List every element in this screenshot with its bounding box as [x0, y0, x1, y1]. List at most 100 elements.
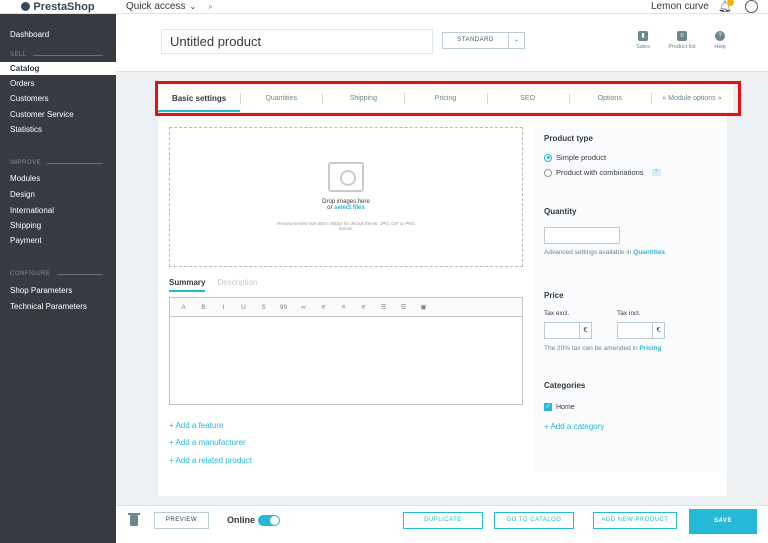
simple-product-radio[interactable]: Simple product	[544, 153, 606, 162]
basic-settings-panel: Drop images here or select files Recomme…	[158, 116, 727, 496]
underline-icon[interactable]: U	[238, 304, 249, 311]
categories-heading: Categories	[544, 381, 586, 390]
help-button[interactable]: ? Help	[703, 31, 737, 50]
align-right-icon[interactable]: ≡	[358, 304, 369, 311]
add-category-link[interactable]: + Add a category	[544, 422, 604, 431]
product-list-label: Product list	[668, 44, 696, 50]
strikethrough-icon[interactable]: S	[258, 304, 269, 311]
chevron-down-icon: ⌄	[189, 2, 197, 11]
add-feature-link[interactable]: + Add a feature	[169, 421, 224, 430]
logo-text: PrestaShop	[33, 0, 95, 13]
product-name-input[interactable]: Untitled product	[161, 29, 433, 54]
help-icon: ?	[715, 31, 725, 41]
category-home-label: Home	[556, 403, 575, 411]
sidebar-item-modules[interactable]: Modules	[10, 174, 40, 183]
tabs-highlight-box	[155, 81, 741, 116]
shop-name-link[interactable]: Lemon curve	[651, 1, 709, 12]
price-tax-incl-input[interactable]	[617, 322, 653, 339]
online-toggle[interactable]	[258, 515, 280, 526]
sidebar-item-catalog[interactable]: Catalog	[0, 62, 116, 75]
preview-button[interactable]: PREVIEW	[154, 512, 209, 529]
summary-tabs: Summary Description	[169, 278, 257, 292]
product-list-button[interactable]: ≡ Product list	[665, 31, 699, 50]
sidebar-item-payment[interactable]: Payment	[10, 236, 42, 245]
radio-empty-icon	[544, 168, 552, 177]
quantity-input[interactable]	[544, 227, 620, 244]
sales-label: Sales	[636, 44, 650, 50]
sidebar-item-orders[interactable]: Orders	[10, 79, 34, 88]
combinations-radio[interactable]: Product with combinations ?	[544, 168, 661, 177]
user-avatar-icon[interactable]	[745, 0, 758, 13]
sidebar-item-design[interactable]: Design	[10, 190, 35, 199]
numbered-list-icon[interactable]: ☰	[398, 303, 409, 311]
align-center-icon[interactable]: ≡	[338, 304, 349, 311]
italic-icon[interactable]: I	[218, 304, 229, 311]
currency-addon: €	[653, 322, 665, 339]
image-dropzone[interactable]: Drop images here or select files Recomme…	[169, 127, 523, 267]
quantity-heading: Quantity	[544, 207, 577, 216]
sidebar-item-customer-service[interactable]: Customer Service	[10, 110, 74, 119]
section-label: SELL	[10, 52, 27, 58]
section-divider	[47, 162, 104, 164]
font-color-icon[interactable]: A	[178, 304, 189, 311]
product-header: Untitled product STANDARD ⌄ ▮ Sales ≡ Pr…	[116, 14, 768, 72]
section-divider	[32, 54, 103, 56]
link-icon[interactable]: ∞	[298, 304, 309, 311]
right-column: Product type Simple product Product with…	[534, 127, 724, 471]
sidebar-item-international[interactable]: International	[10, 206, 54, 215]
pricing-link[interactable]: Pricing	[639, 345, 661, 352]
product-type-heading: Product type	[544, 134, 593, 143]
prestashop-logo-icon	[21, 2, 31, 11]
product-type-select[interactable]: STANDARD ⌄	[442, 32, 525, 49]
image-icon[interactable]: ▣	[418, 303, 429, 311]
summary-editor[interactable]: A B I U S 99 ∞ ≡ ≡ ≡ ☰ ☰ ▣	[169, 297, 523, 405]
sidebar-item-technical-parameters[interactable]: Technical Parameters	[10, 302, 87, 311]
quote-icon[interactable]: 99	[278, 304, 289, 311]
bold-icon[interactable]: B	[198, 304, 209, 311]
sales-button[interactable]: ▮ Sales	[626, 31, 660, 50]
sidebar-item-shop-parameters[interactable]: Shop Parameters	[10, 286, 72, 295]
bullet-list-icon[interactable]: ☰	[378, 303, 389, 311]
help-tooltip-icon[interactable]: ?	[651, 169, 661, 176]
tab-summary[interactable]: Summary	[169, 278, 206, 292]
quantities-link[interactable]: Quantities	[633, 249, 665, 256]
align-left-icon[interactable]: ≡	[318, 304, 329, 311]
online-label: Online	[227, 515, 256, 525]
quantity-note: Advanced settings available in Quantitie…	[544, 249, 665, 256]
search-icon[interactable]: ⌕	[208, 1, 213, 12]
quick-access-menu[interactable]: Quick access ⌄ ⌕	[126, 1, 213, 12]
add-manufacturer-link[interactable]: + Add a manufacturer	[169, 438, 246, 447]
sidebar-item-statistics[interactable]: Statistics	[10, 125, 42, 134]
tab-description[interactable]: Description	[217, 278, 257, 292]
dropzone-or-line: or select files	[327, 205, 365, 211]
add-new-product-button[interactable]: ADD NEW PRODUCT	[593, 512, 677, 529]
go-to-catalog-button[interactable]: GO TO CATALOG	[494, 512, 574, 529]
price-note-text: The 20% tax can be amended in	[544, 345, 638, 352]
add-related-product-link[interactable]: + Add a related product	[169, 456, 252, 465]
editor-toolbar: A B I U S 99 ∞ ≡ ≡ ≡ ☰ ☰ ▣	[170, 298, 522, 317]
category-home-checkbox[interactable]: ✓ Home	[544, 403, 575, 411]
dropzone-or: or	[327, 205, 333, 211]
trash-icon[interactable]	[128, 513, 140, 526]
checkbox-checked-icon: ✓	[544, 403, 552, 411]
tax-excl-label: Tax excl.	[544, 310, 570, 317]
chevron-down-icon: ⌄	[508, 33, 524, 48]
duplicate-button[interactable]: DUPLICATE	[403, 512, 483, 529]
sidebar-item-dashboard[interactable]: Dashboard	[10, 30, 49, 39]
help-label: Help	[714, 44, 726, 50]
list-icon: ≡	[677, 31, 687, 41]
price-heading: Price	[544, 291, 564, 300]
sidebar-item-shipping[interactable]: Shipping	[10, 221, 41, 230]
save-button[interactable]: SAVE	[689, 509, 757, 534]
prestashop-logo[interactable]: PrestaShop	[0, 1, 116, 13]
sidebar-item-customers[interactable]: Customers	[10, 94, 49, 103]
section-label: IMPROVE	[10, 160, 42, 166]
select-files-link[interactable]: select files	[334, 205, 365, 211]
price-tax-excl-input[interactable]	[544, 322, 580, 339]
footer-bar: PREVIEW Online DUPLICATE GO TO CATALOG A…	[116, 505, 768, 543]
product-type-value: STANDARD	[457, 37, 494, 43]
section-divider	[56, 273, 103, 275]
bar-chart-icon: ▮	[638, 31, 648, 41]
price-note: The 20% tax can be amended in Pricing	[544, 345, 661, 352]
top-bar: PrestaShop Quick access ⌄ ⌕ Lemon curve …	[0, 0, 768, 14]
